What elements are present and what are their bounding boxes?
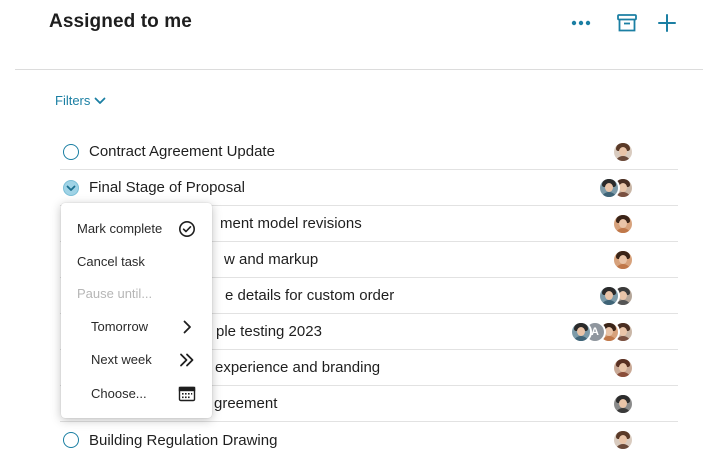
assignee-avatars [612, 249, 634, 271]
task-title: e details for custom order [225, 287, 395, 304]
mark-complete-label: Mark complete [77, 220, 163, 236]
cancel-task-label: Cancel task [77, 253, 145, 269]
archive-button[interactable] [614, 10, 640, 36]
task-row[interactable]: Contract Agreement Update [60, 134, 678, 170]
pause-tomorrow-menu-item[interactable]: Tomorrow [61, 311, 212, 341]
chevron-down-icon [66, 185, 76, 191]
page-title: Assigned to me [49, 11, 192, 32]
task-complete-checkbox[interactable] [63, 144, 79, 160]
avatar [612, 141, 634, 163]
page-header: Assigned to me [0, 0, 718, 70]
task-title: w and markup [224, 251, 319, 268]
assignee-avatars [612, 141, 634, 163]
pause-choose-date-menu-item[interactable]: Choose... [61, 378, 212, 408]
filters-toggle[interactable]: Filters [55, 93, 106, 108]
filters-label: Filters [55, 93, 91, 108]
chevron-down-icon [94, 97, 106, 104]
task-title: experience and branding [215, 359, 381, 376]
plus-icon [658, 14, 676, 32]
add-task-button[interactable] [654, 10, 680, 36]
header-divider [15, 69, 703, 70]
task-title: Contract Agreement Update [89, 143, 275, 160]
next-week-label: Next week [91, 351, 152, 367]
avatar [612, 249, 634, 271]
assignee-avatars [612, 357, 634, 379]
assignee-avatars [598, 285, 634, 307]
task-title: ple testing 2023 [216, 323, 322, 340]
avatar [598, 177, 620, 199]
assignee-avatars [612, 213, 634, 235]
task-title: greement [214, 395, 278, 412]
pause-until-menu-item: Pause until... [61, 278, 212, 308]
calendar-icon [178, 385, 196, 403]
avatar [612, 429, 634, 451]
chevron-right-icon [178, 318, 196, 336]
tomorrow-label: Tomorrow [91, 318, 149, 334]
task-title: Building Regulation Drawing [89, 431, 278, 449]
assignee-avatars: A [570, 321, 634, 343]
task-title: Final Stage of Proposal [89, 179, 245, 196]
pause-next-week-menu-item[interactable]: Next week [61, 344, 212, 374]
cancel-task-menu-item[interactable]: Cancel task [61, 246, 212, 276]
more-horizontal-icon [571, 20, 591, 26]
more-options-button[interactable] [568, 10, 594, 36]
task-row[interactable]: Building Regulation Drawing [60, 422, 678, 456]
avatar [612, 213, 634, 235]
assignee-avatars [598, 177, 634, 199]
assignee-avatars [612, 429, 634, 451]
task-options-toggle[interactable] [63, 180, 79, 196]
task-title: ment model revisions [220, 215, 362, 232]
avatar [570, 321, 592, 343]
task-context-menu: Mark complete Cancel task Pause until...… [61, 203, 212, 418]
assignee-avatars [612, 393, 634, 415]
task-row[interactable]: Final Stage of Proposal [60, 170, 678, 206]
avatar [598, 285, 620, 307]
mark-complete-menu-item[interactable]: Mark complete [61, 213, 212, 243]
task-complete-checkbox[interactable] [63, 432, 79, 448]
double-chevron-right-icon [178, 351, 196, 369]
avatar [612, 357, 634, 379]
archive-icon [617, 14, 637, 32]
pause-until-label: Pause until... [77, 285, 153, 301]
avatar [612, 393, 634, 415]
check-circle-icon [178, 220, 196, 238]
choose-label: Choose... [91, 385, 147, 401]
